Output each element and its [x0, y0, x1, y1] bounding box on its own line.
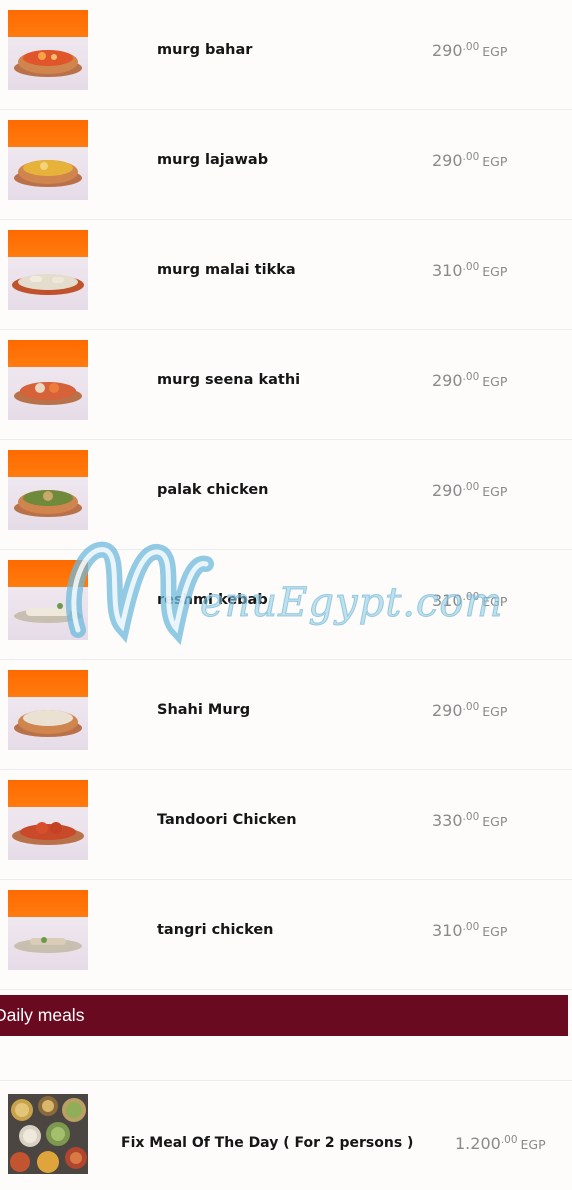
dish-image — [8, 10, 88, 90]
item-price: 310.00 EGP — [432, 591, 508, 610]
dish-image — [8, 1094, 88, 1174]
menu-item-list: murg bahar 290.00 EGP murg lajawab 290.00 EGP… — [0, 0, 572, 990]
item-price: 310.00 EGP — [432, 261, 508, 280]
item-price: 290.00 EGP — [432, 481, 508, 500]
menu-item[interactable]: palak chicken 290.00 EGP — [0, 440, 572, 550]
dish-image — [8, 340, 88, 420]
item-price: 290.00 EGP — [432, 701, 508, 720]
dish-image — [8, 670, 88, 750]
item-price: 290.00 EGP — [432, 371, 508, 390]
menu-item[interactable]: murg seena kathi 290.00 EGP — [0, 330, 572, 440]
dish-image — [8, 450, 88, 530]
item-name: Tandoori Chicken — [157, 812, 297, 828]
item-price: 330.00 EGP — [432, 811, 508, 830]
item-price: 1.200.00 EGP — [455, 1134, 546, 1153]
item-name: palak chicken — [157, 482, 269, 498]
item-price: 310.00 EGP — [432, 921, 508, 940]
item-price: 290.00 EGP — [432, 41, 508, 60]
item-name: murg seena kathi — [157, 372, 301, 388]
section-title: Daily meals — [0, 1005, 85, 1025]
item-name: Shahi Murg — [157, 702, 251, 718]
menu-item[interactable]: Tandoori Chicken 330.00 EGP — [0, 770, 572, 880]
dish-image — [8, 780, 88, 860]
item-name: murg lajawab — [157, 152, 269, 168]
item-name: tangri chicken — [157, 922, 274, 938]
menu-item[interactable]: Shahi Murg 290.00 EGP — [0, 660, 572, 770]
item-name: reshmi kebab — [157, 592, 268, 608]
dish-image — [8, 890, 88, 970]
dish-image — [8, 560, 88, 640]
item-name: Fix Meal Of The Day ( For 2 persons ) — [121, 1135, 414, 1151]
section-header-daily-meals[interactable]: Daily meals — [0, 995, 568, 1036]
section-spacer — [0, 1036, 572, 1081]
menu-item[interactable]: murg bahar 290.00 EGP — [0, 0, 572, 110]
dish-image — [8, 230, 88, 310]
menu-item-fix-meal[interactable]: Fix Meal Of The Day ( For 2 persons ) 1.… — [0, 1081, 572, 1190]
item-name: murg bahar — [157, 42, 253, 58]
menu-item[interactable]: reshmi kebab 310.00 EGP — [0, 550, 572, 660]
menu-item[interactable]: murg lajawab 290.00 EGP — [0, 110, 572, 220]
menu-item[interactable]: murg malai tikka 310.00 EGP — [0, 220, 572, 330]
item-name: murg malai tikka — [157, 262, 296, 278]
dish-image — [8, 120, 88, 200]
menu-item[interactable]: tangri chicken 310.00 EGP — [0, 880, 572, 990]
item-price: 290.00 EGP — [432, 151, 508, 170]
